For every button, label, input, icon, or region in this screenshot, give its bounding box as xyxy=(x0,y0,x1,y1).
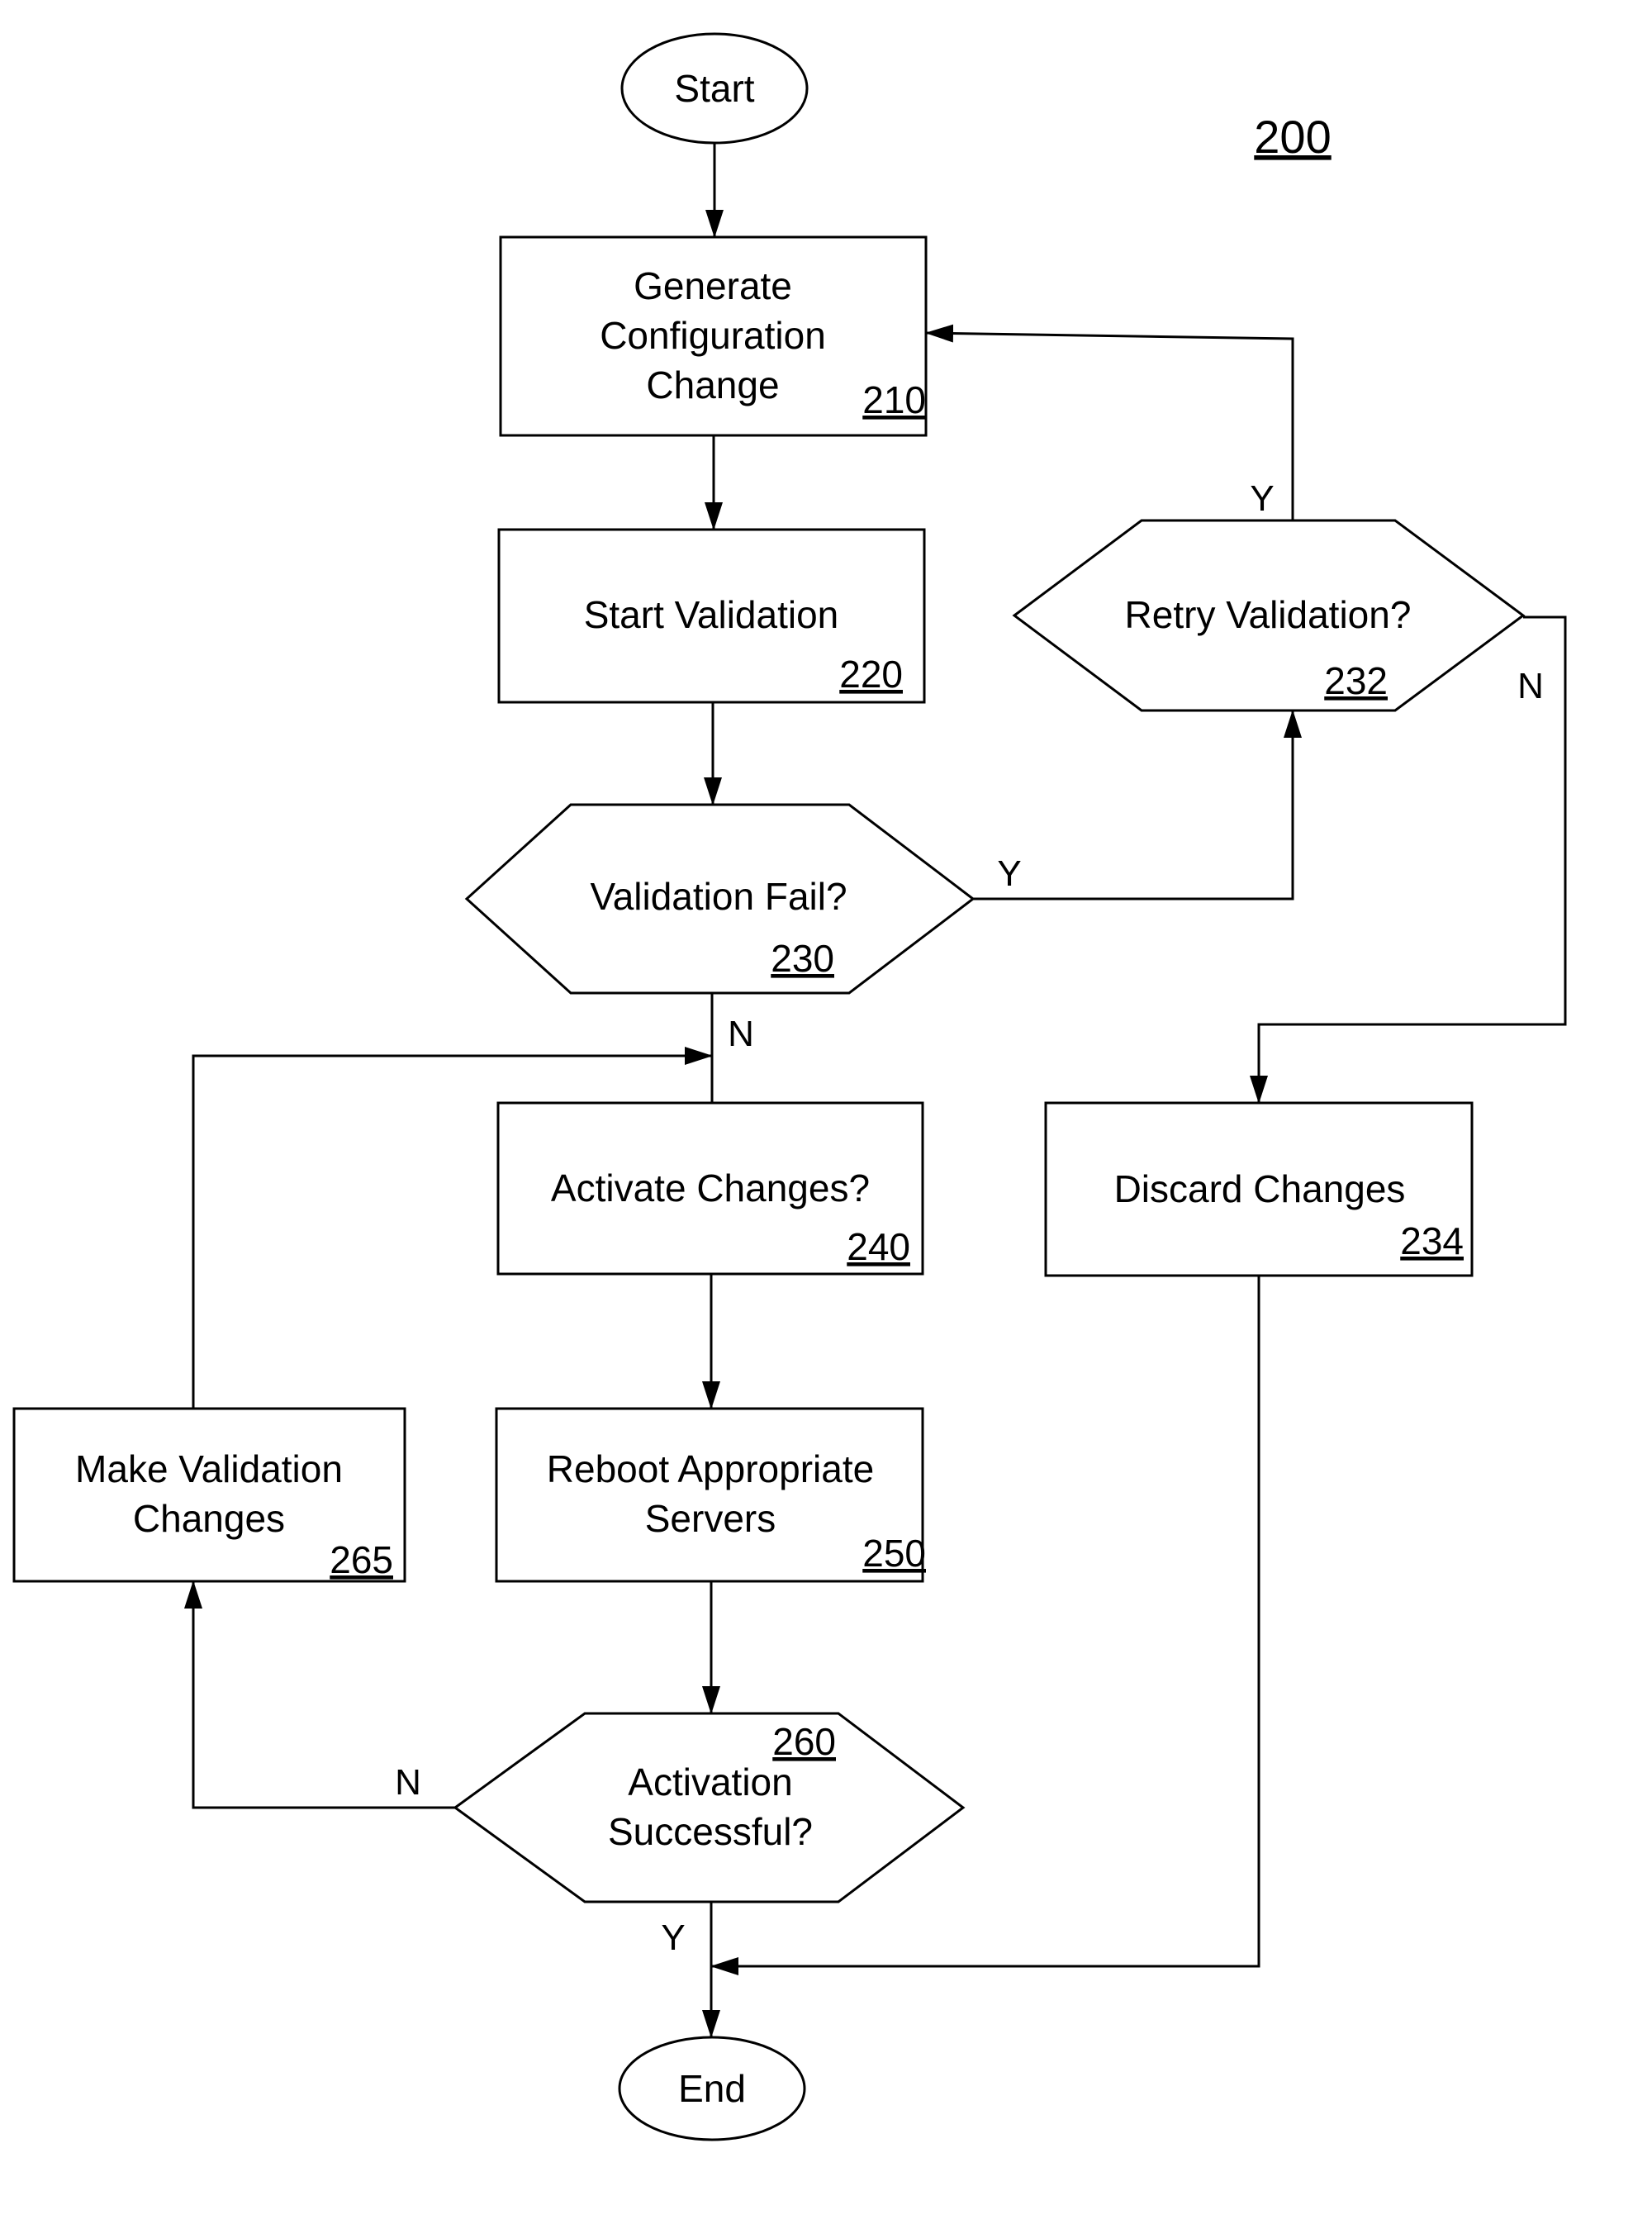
node-240-ref: 240 xyxy=(847,1225,910,1268)
node-220-ref: 220 xyxy=(839,653,903,696)
process-reboot-appropriate-servers: Reboot Appropriate Servers 250 xyxy=(495,1407,926,1583)
end-label: End xyxy=(678,2067,746,2110)
process-activate-changes: Activate Changes? 240 xyxy=(496,1101,924,1276)
decision-retry-validation: Retry Validation? 232 xyxy=(1012,519,1526,712)
edge-232-yes-210 xyxy=(925,324,1294,520)
label-260-no: N xyxy=(395,1762,421,1803)
node-232-ref: 232 xyxy=(1324,659,1388,702)
label-232-no: N xyxy=(1517,666,1544,706)
node-230-ref: 230 xyxy=(771,937,834,980)
decision-validation-fail: Validation Fail? 230 xyxy=(464,803,976,995)
process-generate-configuration-change: Generate Configuration Change 210 xyxy=(499,235,928,437)
node-232-line-1: Retry Validation? xyxy=(1125,593,1412,636)
node-250-line-1: Reboot Appropriate xyxy=(547,1447,874,1490)
node-210-line-1: Generate xyxy=(634,264,792,307)
node-260-line-2: Successful? xyxy=(608,1810,813,1853)
start-terminal: Start xyxy=(620,32,809,145)
node-210-line-2: Configuration xyxy=(600,314,826,357)
node-210-line-3: Change xyxy=(646,364,779,406)
figure-number: 200 xyxy=(1254,111,1331,163)
node-230-line-1: Validation Fail? xyxy=(590,875,847,918)
flowchart: 200 Y N Y N Y N Start Generate Configura… xyxy=(12,32,1567,2141)
node-265-line-2: Changes xyxy=(133,1497,285,1540)
label-230-no: N xyxy=(728,1014,754,1054)
node-265-line-1: Make Validation xyxy=(75,1447,343,1490)
label-230-yes: Y xyxy=(997,853,1021,894)
node-220-line-1: Start Validation xyxy=(584,593,839,636)
node-265-ref: 265 xyxy=(330,1538,393,1581)
node-260-ref: 260 xyxy=(772,1720,836,1763)
process-discard-changes: Discard Changes 234 xyxy=(1044,1101,1474,1277)
label-232-yes: Y xyxy=(1250,478,1274,519)
node-210-ref: 210 xyxy=(862,378,926,421)
node-250-line-2: Servers xyxy=(645,1497,776,1540)
process-start-validation: Start Validation 220 xyxy=(497,528,926,704)
label-260-yes: Y xyxy=(661,1917,685,1958)
start-label: Start xyxy=(674,67,754,110)
node-240-line-1: Activate Changes? xyxy=(551,1167,870,1209)
process-make-validation-changes: Make Validation Changes 265 xyxy=(12,1407,406,1583)
node-260-line-1: Activation xyxy=(628,1761,792,1803)
node-234-line-1: Discard Changes xyxy=(1114,1167,1406,1210)
end-terminal: End xyxy=(618,2036,806,2141)
node-234-ref: 234 xyxy=(1400,1219,1464,1262)
node-250-ref: 250 xyxy=(862,1532,926,1575)
decision-activation-successful: 260 Activation Successful? xyxy=(453,1712,966,1903)
